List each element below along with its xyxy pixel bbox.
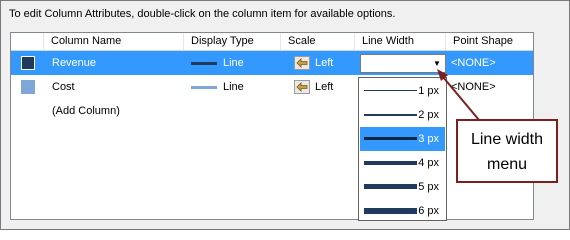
callout-arrow	[437, 69, 480, 121]
callout-box: Line width menu	[456, 119, 558, 183]
callout-line1: Line width	[470, 131, 544, 148]
column-attributes-panel: To edit Column Attributes, double-click …	[0, 0, 570, 230]
callout-line2: menu	[486, 156, 528, 173]
